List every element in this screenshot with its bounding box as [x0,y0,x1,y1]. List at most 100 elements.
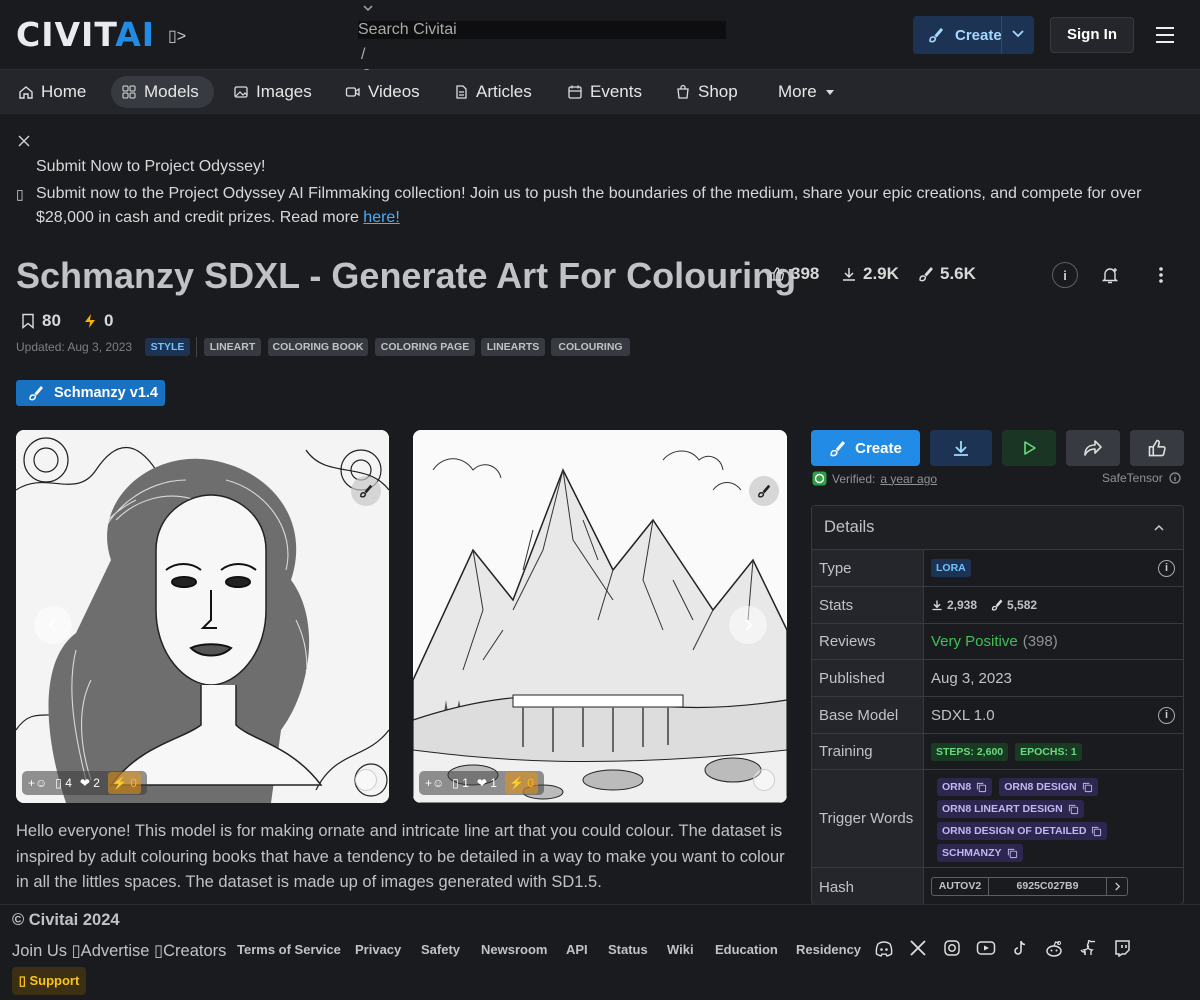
bell-plus-icon[interactable] [1097,262,1123,288]
menu-icon[interactable] [1155,26,1175,44]
create-button[interactable]: Create [913,16,1034,54]
info-icon[interactable] [355,769,377,791]
footer-link-newsroom[interactable]: Newsroom [481,942,547,957]
footer-link-api[interactable]: API [566,942,588,957]
youtube-icon[interactable] [976,939,996,957]
hash-selector[interactable]: AUTOV2 6925C027B9 [931,877,1128,896]
chevron-down-icon[interactable] [1011,26,1025,40]
nav-models[interactable]: Models [111,76,214,108]
trigger-word[interactable]: ORN8 DESIGN [999,778,1098,796]
brush-icon [918,266,934,282]
nav-label: Shop [698,82,738,101]
heart-stat[interactable]: ❤ 1 [477,776,497,790]
nav-more[interactable]: More [768,76,846,108]
gallery-image-1[interactable]: +☺ ▯ 4 ❤ 2 ⚡ 0 [16,430,389,803]
buzz-tip-stat[interactable]: ⚡ 0 [504,772,538,794]
like-button[interactable] [1130,430,1184,466]
reviews-count: (398) [1022,633,1058,650]
announcement-link[interactable]: here! [363,209,399,226]
logo-civ-text: CIVIT [16,15,116,54]
create-button[interactable]: Create [811,430,920,466]
footer-link-residency[interactable]: Residency [796,942,861,957]
reddit-icon[interactable] [1044,939,1064,959]
tag-colouring[interactable]: COLOURING [551,338,630,356]
tag-style[interactable]: STYLE [145,338,190,356]
civitai-logo[interactable]: CIVITAI [16,18,155,52]
comment-stat[interactable]: ▯ 1 [452,776,469,790]
nav-shop[interactable]: Shop [665,76,748,108]
base-model-value: SDXL 1.0 [931,706,995,724]
trigger-word[interactable]: ORN8 DESIGN OF DETAILED [937,822,1108,840]
buzz-tip-stat[interactable]: ⚡ 0 [107,772,141,794]
footer-link-privacy[interactable]: Privacy [355,942,401,957]
row-value: 2,938 5,582 [931,587,1183,623]
info-icon[interactable] [1169,472,1181,484]
nav-images[interactable]: Images [223,76,322,108]
carousel-next-button[interactable] [729,606,767,644]
chevron-down-icon[interactable] [362,2,374,14]
create-label: Create [955,26,1002,44]
reviews-rating[interactable]: Very Positive [931,633,1018,650]
logo-extension[interactable]: ▯> [168,26,186,46]
tag-linearts[interactable]: LINEARTS [481,338,545,356]
add-reaction-icon[interactable]: +☺ [425,776,444,790]
trigger-word[interactable]: SCHMANZY [937,844,1023,862]
comment-stat[interactable]: ▯ 4 [55,776,72,790]
carousel-prev-button[interactable] [34,606,72,644]
sign-in-button[interactable]: Sign In [1050,17,1134,53]
reaction-bar: +☺ ▯ 4 ❤ 2 ⚡ 0 [22,771,147,795]
nav-home[interactable]: Home [8,76,96,108]
footer-link-safety[interactable]: Safety [421,942,460,957]
nav-label: Home [41,82,87,101]
info-icon[interactable] [753,769,775,791]
chevron-right-icon[interactable] [1107,878,1127,895]
details-header[interactable]: Details [812,506,1183,550]
details-title: Details [824,518,875,536]
verified-time[interactable]: a year ago [880,472,937,486]
info-icon[interactable]: i [1158,559,1175,577]
grid-icon [121,84,137,100]
hash-value[interactable]: 6925C027B9 [989,878,1107,895]
add-reaction-icon[interactable]: +☺ [28,776,47,790]
remix-icon[interactable] [749,476,779,506]
x-icon[interactable] [909,939,927,957]
footer-join-links[interactable]: Join Us ▯Advertise ▯Creators [12,941,226,961]
tag-lineart[interactable]: LINEART [204,338,261,356]
download-button[interactable] [930,430,992,466]
trigger-word[interactable]: ORN8 [937,778,993,796]
row-value: SDXL 1.0 i [931,697,1183,733]
share-button[interactable] [1066,430,1120,466]
nav-videos[interactable]: Videos [335,76,430,108]
discord-icon[interactable] [874,939,894,959]
nav-articles[interactable]: Articles [443,76,542,108]
info-icon[interactable]: i [1158,706,1175,724]
nav-events[interactable]: Events [557,76,652,108]
details-row-base-model: Base Model SDXL 1.0 i [812,697,1183,734]
updated-date: Updated: Aug 3, 2023 [16,340,133,354]
tag-coloring-book[interactable]: COLORING BOOK [268,338,368,356]
play-button[interactable] [1002,430,1056,466]
gallery-image-2[interactable]: +☺ ▯ 1 ❤ 1 ⚡ 0 [413,430,787,803]
footer-link-education[interactable]: Education [715,942,778,957]
instagram-icon[interactable] [943,939,961,957]
info-icon[interactable]: i [1052,262,1078,288]
more-vertical-icon[interactable] [1148,262,1174,288]
twitch-icon[interactable] [1113,939,1131,957]
heart-stat[interactable]: ❤ 2 [80,776,100,790]
footer-link-status[interactable]: Status [608,942,648,957]
close-icon[interactable] [17,134,31,148]
chevron-up-icon[interactable] [1153,522,1165,534]
remix-icon[interactable] [351,476,381,506]
github-icon[interactable] [1079,939,1097,957]
footer-link-wiki[interactable]: Wiki [667,942,694,957]
tiktok-icon[interactable] [1011,939,1029,957]
trigger-word[interactable]: ORN8 LINEART DESIGN [937,800,1084,818]
safetensor-label: SafeTensor [1102,471,1181,485]
shopping-bag-icon [675,84,691,100]
search-input[interactable]: Search Civitai [358,21,726,39]
tag-coloring-page[interactable]: COLORING PAGE [375,338,475,356]
version-button[interactable]: Schmanzy v1.4 [16,380,165,406]
footer-link-terms[interactable]: Terms of Service [237,942,341,957]
hash-type[interactable]: AUTOV2 [932,878,989,895]
support-button[interactable]: ▯ Support [12,967,86,995]
